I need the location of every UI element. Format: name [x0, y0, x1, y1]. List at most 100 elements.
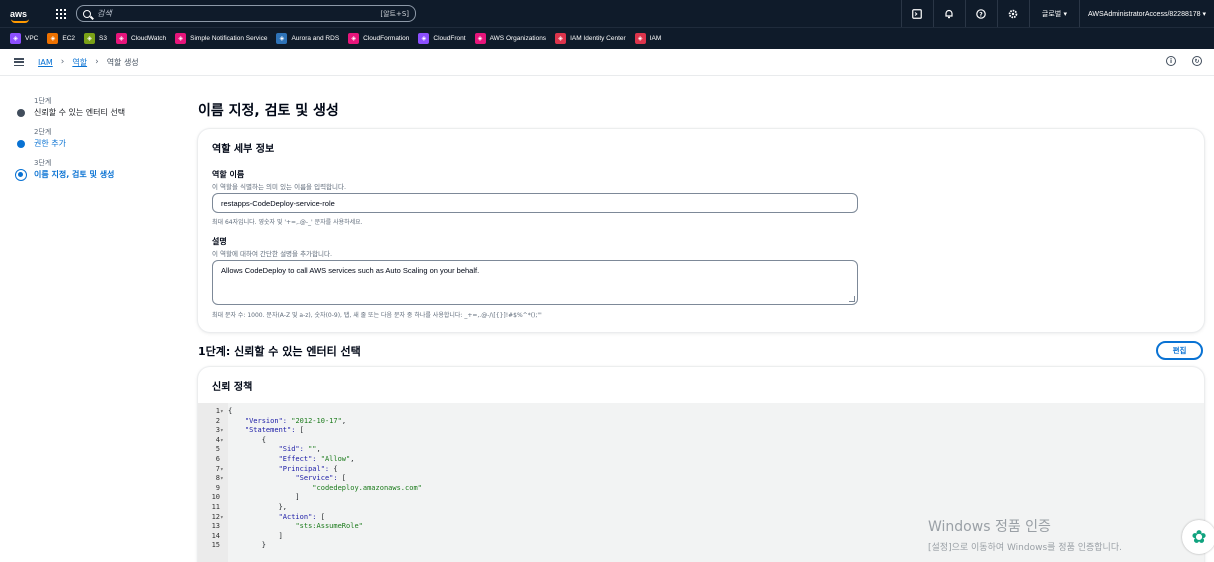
line-number: 1	[215, 407, 220, 415]
cloudshell-icon[interactable]	[900, 0, 933, 27]
favorite-label: EC2	[62, 35, 76, 42]
favorite-label: CloudFront	[433, 35, 466, 42]
favorite-simple-notification-service[interactable]: ◈ Simple Notification Service	[175, 33, 267, 44]
chevron-right-icon: ›	[60, 57, 65, 67]
search-icon	[83, 9, 91, 18]
role-name-input[interactable]: restapps-CodeDeploy-service-role	[212, 193, 858, 213]
chevron-right-icon: ›	[95, 57, 99, 67]
code-text: "sts:AssumeRole"	[295, 522, 363, 531]
favorite-vpc[interactable]: ◈ VPC	[10, 33, 38, 44]
page-title: 이름 지정, 검토 및 생성	[198, 103, 339, 119]
code-text: }	[228, 541, 266, 550]
favorite-aurora-and-rds[interactable]: ◈ Aurora and RDS	[276, 33, 339, 44]
chatgpt-icon[interactable]: ✿	[1182, 520, 1214, 554]
line-number: 2	[215, 416, 220, 425]
line-number: 12	[211, 512, 220, 521]
fold-toggle-icon[interactable]: ▾	[220, 426, 228, 436]
code-text: "Principal": {	[278, 464, 338, 473]
step-dot-icon	[17, 140, 25, 148]
service-icon: ◈	[634, 33, 646, 44]
info-icon[interactable]: i	[1166, 56, 1176, 66]
line-number: 14	[211, 531, 220, 540]
breadcrumb-iam[interactable]: IAM	[38, 58, 53, 67]
line-number: 15	[211, 541, 220, 550]
line-number: 13	[211, 522, 220, 531]
service-icon: ◈	[555, 33, 567, 44]
help-icon[interactable]: ?	[964, 0, 997, 27]
gear-icon[interactable]	[996, 0, 1029, 27]
edit-step1-button[interactable]: 편집	[1156, 341, 1203, 360]
code-line: 5 "Sid": "",	[198, 445, 1204, 455]
description-help: 이 역할에 대하여 간단한 설명을 추가합니다.	[212, 250, 333, 258]
feedback-icon[interactable]: ↻	[1192, 56, 1202, 66]
service-icon: ◈	[418, 33, 430, 44]
aws-logo[interactable]: aws	[10, 9, 34, 23]
wizard-step-1: 1단계 신뢰할 수 있는 엔터티 선택	[16, 96, 166, 118]
account-menu[interactable]: AWSAdministratorAccess/82288178 ▾	[1078, 0, 1214, 27]
fold-toggle-icon[interactable]: ▾	[220, 465, 228, 475]
menu-icon[interactable]	[14, 58, 24, 66]
code-text: "Statement": [	[244, 426, 304, 435]
favorite-iam[interactable]: ◈ IAM	[634, 33, 661, 44]
favorite-label: Aurora and RDS	[291, 35, 340, 42]
step-label[interactable]: 권한 추가	[34, 138, 166, 149]
trust-policy-title: 신뢰 정책	[212, 382, 253, 393]
favorite-iam-identity-center[interactable]: ◈ IAM Identity Center	[555, 33, 626, 44]
wizard-steps: 1단계 신뢰할 수 있는 엔터티 선택 2단계 권한 추가 3단계 이름 지정,…	[15, 96, 166, 189]
breadcrumb-bar: IAM › 역할 › 역할 생성 i ↻	[0, 49, 1214, 76]
code-line: 8▾ "Service": [	[198, 474, 1204, 484]
step-label: 신뢰할 수 있는 엔터티 선택	[34, 108, 126, 117]
favorite-cloudwatch[interactable]: ◈ CloudWatch	[115, 33, 167, 44]
breadcrumb-roles[interactable]: 역할	[72, 57, 87, 68]
favorite-ec2[interactable]: ◈ EC2	[47, 33, 75, 44]
code-text: },	[228, 503, 288, 511]
windows-activation-watermark: Windows 정품 인증 [설정]으로 이동하여 Windows를 정품 인증…	[928, 516, 1122, 553]
service-icon: ◈	[474, 33, 486, 44]
wizard-step-3: 3단계 이름 지정, 검토 및 생성	[15, 158, 166, 181]
line-number: 10	[211, 493, 220, 502]
favorite-cloudfront[interactable]: ◈ CloudFront	[418, 33, 466, 44]
fold-toggle-icon[interactable]: ▾	[220, 513, 228, 523]
fold-toggle-icon[interactable]: ▾	[220, 474, 228, 484]
service-icon: ◈	[10, 33, 21, 44]
favorite-cloudformation[interactable]: ◈ CloudFormation	[348, 33, 409, 44]
line-number: 3	[215, 426, 220, 435]
code-line: 11 },	[198, 503, 1204, 513]
breadcrumb-current: 역할 생성	[106, 57, 139, 67]
favorite-label: AWS Organizations	[489, 35, 547, 42]
description-textarea[interactable]: Allows CodeDeploy to call AWS services s…	[212, 260, 858, 305]
step-label: 이름 지정, 검토 및 생성	[34, 170, 115, 179]
code-text: {	[228, 407, 233, 415]
svg-text:?: ?	[980, 11, 984, 18]
watermark-title: Windows 정품 인증	[928, 519, 1051, 535]
code-text: "Version": "2012-10-17",	[244, 416, 347, 425]
favorite-aws-organizations[interactable]: ◈ AWS Organizations	[474, 33, 547, 44]
step-dot-icon	[17, 109, 25, 117]
favorite-s3[interactable]: ◈ S3	[84, 33, 107, 44]
step-number: 2단계	[34, 128, 52, 136]
services-menu-icon[interactable]	[56, 8, 66, 19]
fold-toggle-icon[interactable]: ▾	[220, 407, 228, 417]
region-selector[interactable]: 글로벌 ▾	[1028, 0, 1079, 27]
line-number: 11	[211, 503, 220, 511]
description-text: Allows CodeDeploy to call AWS services s…	[221, 266, 480, 275]
fold-toggle-icon[interactable]: ▾	[220, 436, 228, 446]
search-input[interactable]: 검색 [알트+S]	[76, 5, 416, 22]
service-icon: ◈	[276, 33, 288, 44]
code-text: ]	[228, 493, 300, 502]
bell-icon[interactable]	[932, 0, 965, 27]
favorites-bar: ◈ VPC ◈ EC2 ◈ S3 ◈ CloudWatch ◈ Simple Notificati…	[0, 27, 1214, 49]
line-number: 7	[215, 464, 220, 473]
wizard-step-2[interactable]: 2단계 권한 추가	[16, 127, 166, 149]
step-current-icon	[15, 169, 27, 181]
resize-handle-icon[interactable]	[849, 296, 855, 302]
service-icon: ◈	[348, 33, 360, 44]
search-placeholder: 검색	[97, 9, 112, 18]
favorite-label: CloudWatch	[130, 35, 167, 42]
code-line: 9 "codedeploy.amazonaws.com"	[198, 484, 1204, 494]
step-number: 1단계	[34, 97, 52, 105]
code-text: ]	[228, 531, 283, 540]
code-line: 7▾ "Principal": {	[198, 465, 1204, 475]
favorite-label: Simple Notification Service	[190, 35, 268, 42]
role-name-description: 이 역할을 식별하는 의미 있는 이름을 입력합니다.	[212, 183, 347, 191]
